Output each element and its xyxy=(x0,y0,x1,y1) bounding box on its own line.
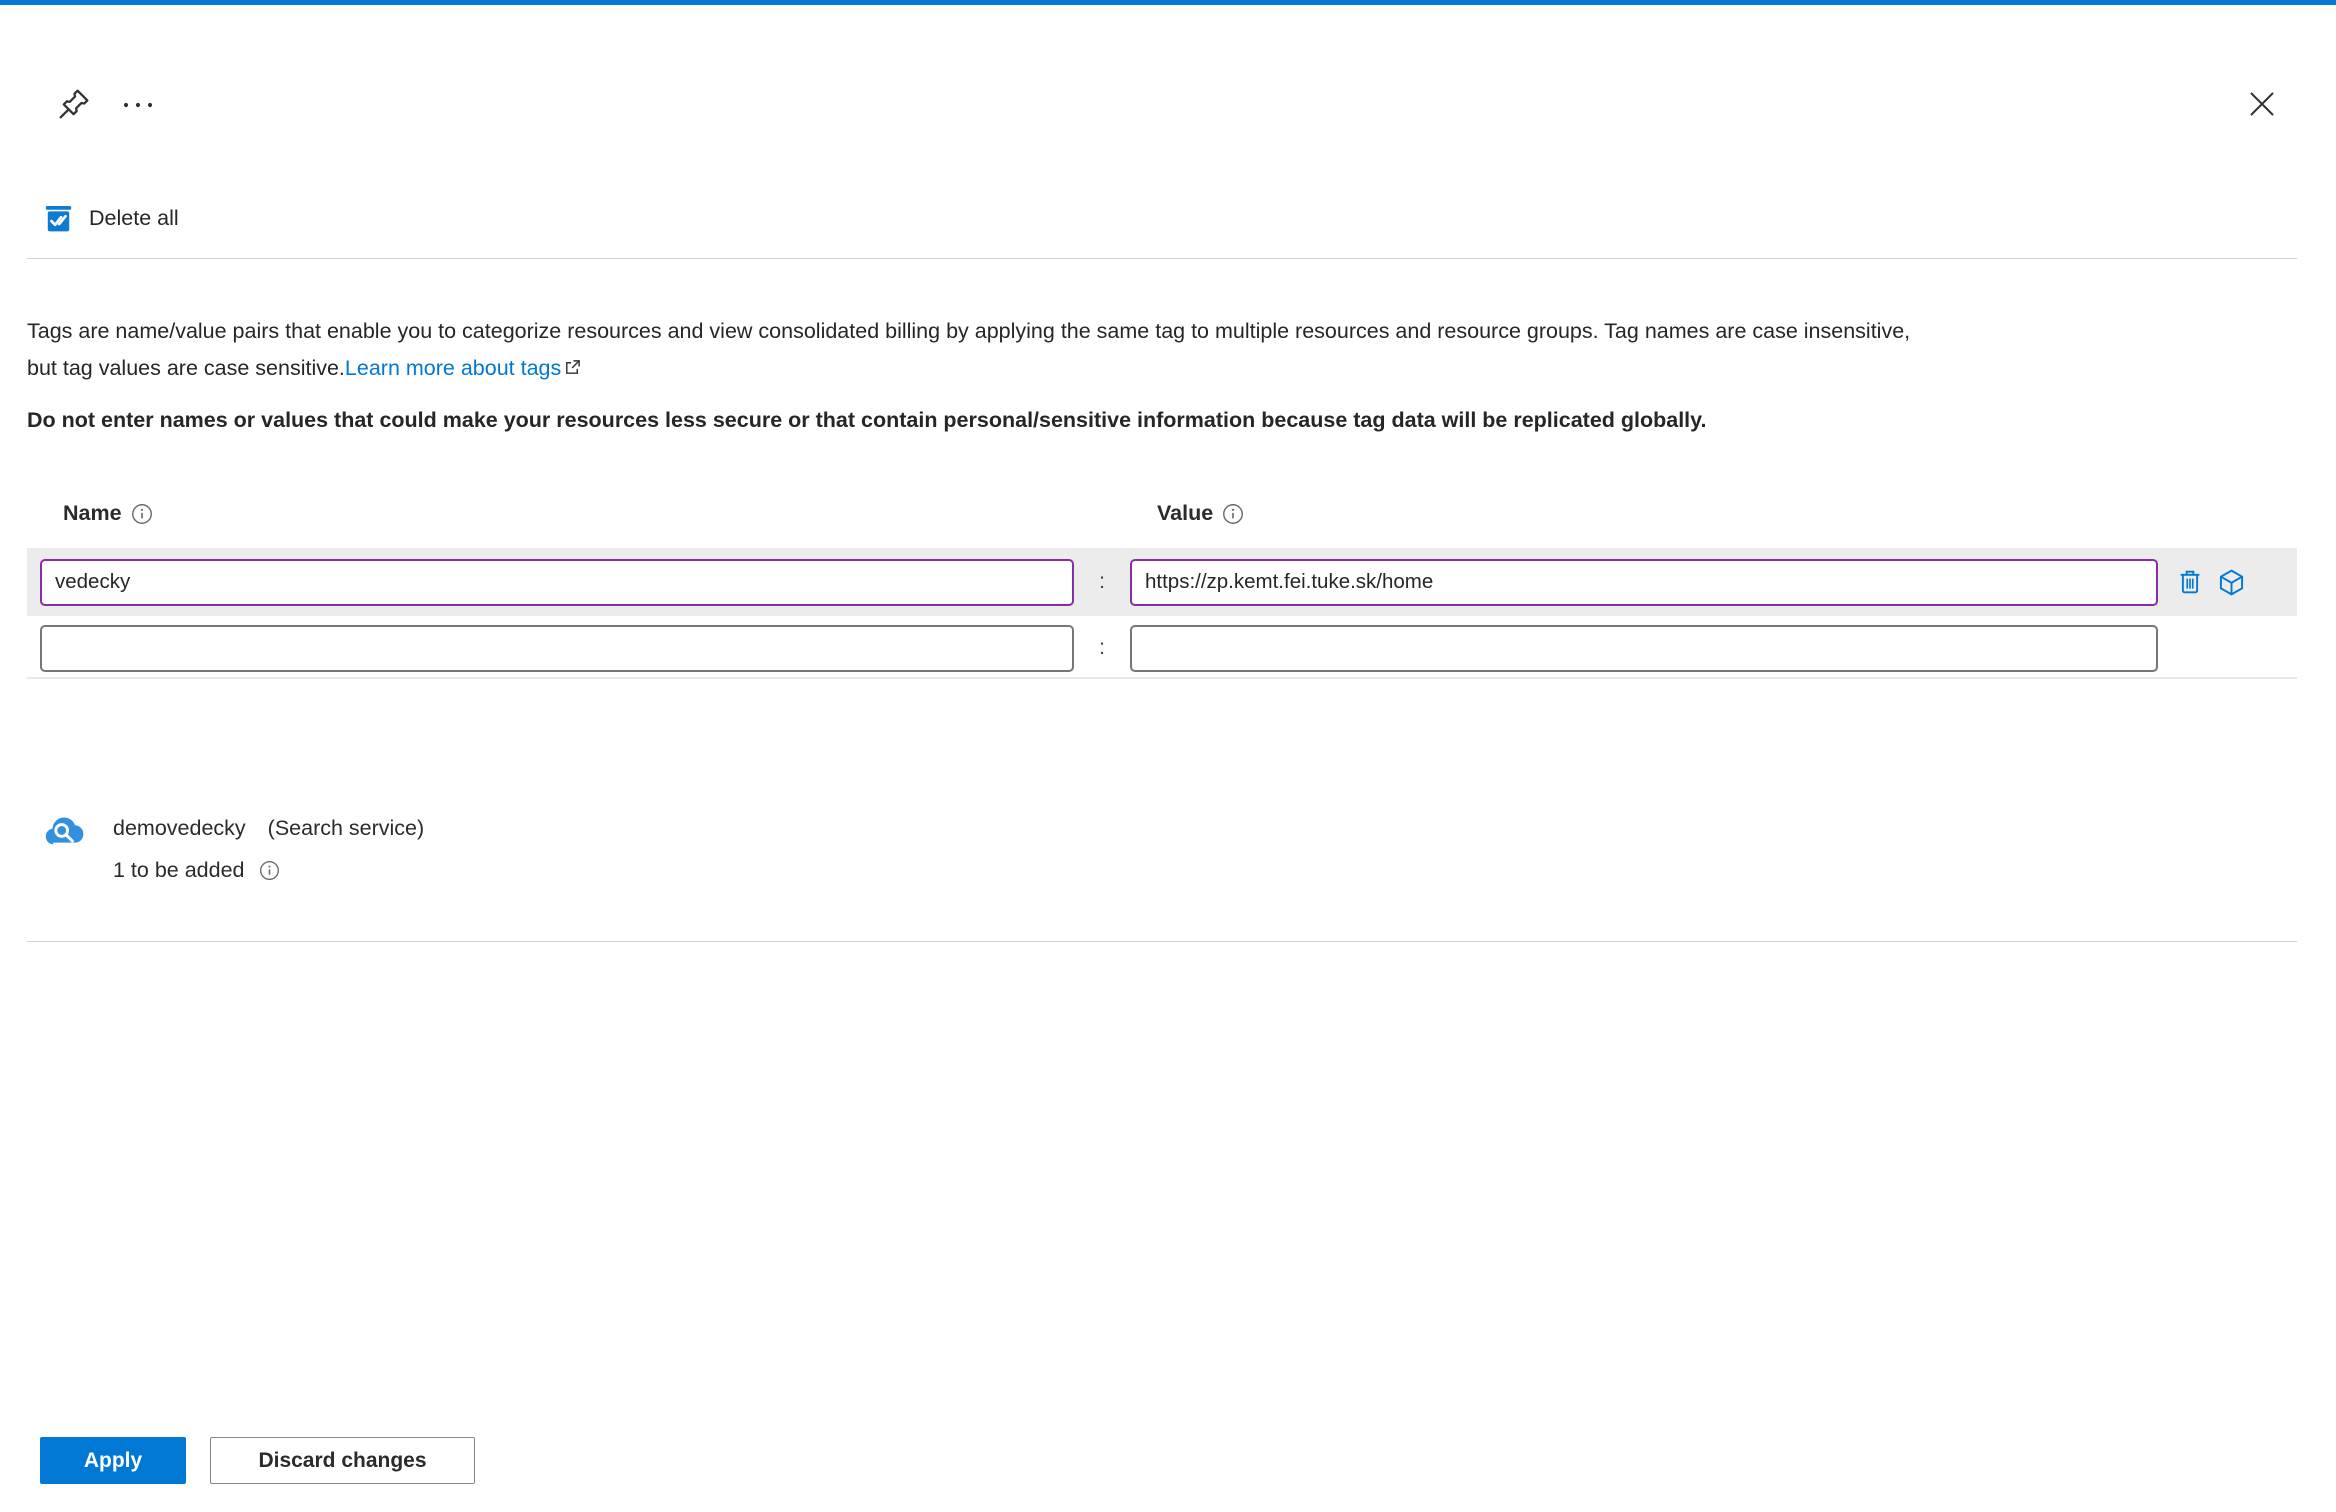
cube-icon xyxy=(2219,569,2244,595)
tag-rows: : : xyxy=(27,548,2297,680)
tag-column-headers: Name Value xyxy=(0,501,2336,533)
value-column-header: Value xyxy=(1157,501,1244,526)
delete-all-check-icon xyxy=(45,205,72,232)
pin-button[interactable] xyxy=(56,86,92,122)
row-actions xyxy=(2175,567,2247,598)
value-header-label: Value xyxy=(1157,501,1214,525)
more-commands-button[interactable] xyxy=(120,98,156,112)
delete-all-button[interactable]: Delete all xyxy=(43,203,179,234)
assign-resource-button[interactable] xyxy=(2216,567,2247,598)
resource-type: (Search service) xyxy=(267,816,425,840)
trash-icon xyxy=(2180,570,2200,594)
delete-all-label: Delete all xyxy=(89,206,179,230)
tag-row-empty: : xyxy=(27,616,2297,680)
colon-separator: : xyxy=(1099,570,1105,593)
content-divider xyxy=(27,941,2297,942)
footer-actions: Apply Discard changes xyxy=(40,1437,475,1484)
description-line2-text: but tag values are case sensitive. xyxy=(27,356,345,380)
tag-row-modified: : xyxy=(27,548,2297,616)
name-header-label: Name xyxy=(63,501,122,525)
tag-value-input-1[interactable] xyxy=(1130,624,2158,672)
description-line2: but tag values are case sensitive.Learn … xyxy=(27,350,2317,389)
ellipsis-icon xyxy=(123,102,153,108)
close-blade-button[interactable] xyxy=(2244,86,2280,122)
tag-value-input-0[interactable] xyxy=(1130,558,2158,606)
name-column-header: Name xyxy=(63,501,153,526)
status-info-icon[interactable] xyxy=(259,860,280,881)
discard-changes-button[interactable]: Discard changes xyxy=(210,1437,475,1484)
resource-name: demovedecky xyxy=(113,816,246,840)
tags-warning: Do not enter names or values that could … xyxy=(27,408,1707,432)
pushpin-icon xyxy=(59,89,89,119)
colon-separator: : xyxy=(1099,636,1105,659)
resource-status: 1 to be added xyxy=(113,858,245,882)
search-service-icon xyxy=(45,817,84,845)
blade-title-fragment: S xyxy=(0,70,1,125)
delete-tag-button[interactable] xyxy=(2175,567,2205,597)
apply-button[interactable]: Apply xyxy=(40,1437,186,1484)
value-info-icon[interactable] xyxy=(1222,503,1244,525)
tag-name-input-0[interactable] xyxy=(40,558,1074,606)
close-icon xyxy=(2250,92,2274,116)
tags-description: Tags are name/value pairs that enable yo… xyxy=(27,313,2317,389)
tag-name-input-1[interactable] xyxy=(40,624,1074,672)
command-bar-divider xyxy=(27,258,2297,259)
description-line1: Tags are name/value pairs that enable yo… xyxy=(27,319,1911,343)
top-accent-bar xyxy=(0,0,2336,5)
external-link-icon xyxy=(566,360,581,374)
name-info-icon[interactable] xyxy=(131,503,153,525)
resource-summary: demovedecky (Search service) 1 to be add… xyxy=(42,810,424,883)
rows-divider xyxy=(27,677,2297,679)
learn-more-link[interactable]: Learn more about tags xyxy=(345,356,561,380)
